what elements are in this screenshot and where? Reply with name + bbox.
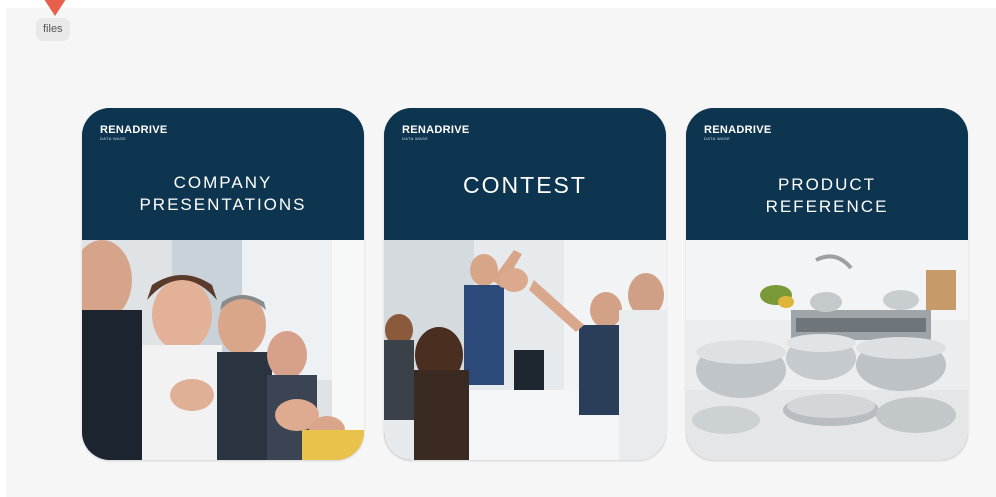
brand-logo: RENADRIVE DATA WASE [100,124,168,142]
card-title: CONTEST [463,172,587,198]
card-product-reference[interactable]: RENADRIVE DATA WASE PRODUCT REFERENCE [686,108,968,460]
business-team-applauding-photo [82,240,364,460]
card-title-line-1: COMPANY [173,173,273,192]
brand-name: RENADRIVE [704,124,772,136]
card-contest[interactable]: RENADRIVE DATA WASE CONTEST [384,108,666,460]
brand-tagline: DATA WASE [402,136,429,141]
files-tooltip: files [36,18,70,41]
card-grid: RENADRIVE DATA WASE COMPANY PRESENTATION… [82,108,968,460]
brand-logo: RENADRIVE DATA WASE [704,124,772,142]
card-company-presentations[interactable]: RENADRIVE DATA WASE COMPANY PRESENTATION… [82,108,364,460]
cursor-pointer-icon [42,0,68,16]
team-high-five-photo [384,240,666,460]
brand-logo: RENADRIVE DATA WASE [402,124,470,142]
card-title: PRODUCT REFERENCE [696,174,958,218]
card-header: RENADRIVE DATA WASE COMPANY PRESENTATION… [82,108,364,240]
card-header: RENADRIVE DATA WASE PRODUCT REFERENCE [686,108,968,240]
brand-tagline: DATA WASE [100,136,127,141]
brand-name: RENADRIVE [402,124,470,136]
brand-name: RENADRIVE [100,124,168,136]
card-title-line-2: REFERENCE [765,197,889,216]
card-header: RENADRIVE DATA WASE CONTEST [384,108,666,240]
kitchen-cookware-photo [686,240,968,460]
card-title-line-1: PRODUCT [777,175,877,194]
brand-tagline: DATA WASE [704,136,731,141]
card-title-line-2: PRESENTATIONS [139,195,307,214]
cursor-area: files [28,0,84,50]
card-title: COMPANY PRESENTATIONS [92,172,354,216]
